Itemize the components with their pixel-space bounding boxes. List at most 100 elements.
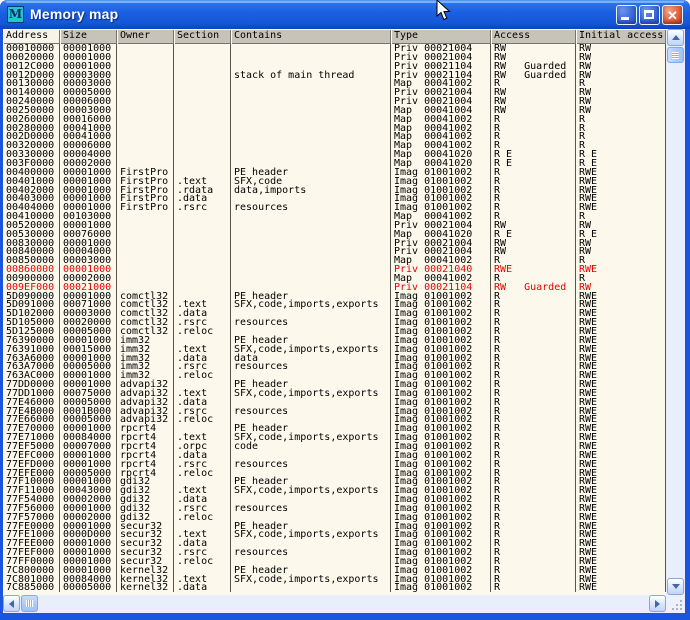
cell-owner <box>117 221 174 230</box>
cell-owner <box>117 97 174 106</box>
app-icon: M <box>7 6 24 23</box>
cell-contains: resources <box>231 362 391 371</box>
cell-access: R <box>491 203 576 212</box>
column-header-owner[interactable]: Owner <box>117 29 174 44</box>
column-header-type[interactable]: Type <box>391 29 491 44</box>
column-header-access[interactable]: Access <box>491 29 576 44</box>
column-header-initial[interactable]: Initial access <box>576 29 666 44</box>
cell-access: R <box>491 495 576 504</box>
cell-contains: SFX,code,imports,exports <box>231 530 391 539</box>
cell-access: R <box>491 336 576 345</box>
cell-owner <box>117 71 174 80</box>
cell-contains: SFX,code,imports,exports <box>231 575 391 584</box>
cell-initial: RW <box>576 71 666 80</box>
cell-access: R <box>491 345 576 354</box>
cell-contains: data,imports <box>231 186 391 195</box>
cell-initial: RWE <box>576 583 666 592</box>
minimize-icon <box>621 17 629 20</box>
arrow-up-icon <box>672 35 680 40</box>
scroll-down-button[interactable] <box>667 578 684 595</box>
cell-type: Imag 01001002 <box>391 583 491 592</box>
cell-contains <box>231 124 391 133</box>
thumb-grip-icon <box>672 52 679 59</box>
cell-contains <box>231 230 391 239</box>
cell-contains: resources <box>231 504 391 513</box>
cell-contains <box>231 583 391 592</box>
cell-initial: RW <box>576 106 666 115</box>
cell-contains <box>231 265 391 274</box>
cell-section: .reloc <box>174 415 231 424</box>
cell-section <box>174 71 231 80</box>
cell-section <box>174 106 231 115</box>
cell-owner <box>117 256 174 265</box>
cell-access: R <box>491 433 576 442</box>
table-body: 0001000000001000Priv 00021004RWRW0002000… <box>3 44 666 595</box>
vertical-scroll-thumb[interactable] <box>667 47 684 63</box>
cell-section <box>174 247 231 256</box>
vertical-scrollbar[interactable] <box>666 29 685 595</box>
column-header-size[interactable]: Size <box>60 29 117 44</box>
minimize-button[interactable] <box>616 5 637 25</box>
cell-contains <box>231 239 391 248</box>
cell-section <box>174 159 231 168</box>
cell-contains <box>231 256 391 265</box>
title-bar[interactable]: M Memory map ✕ <box>0 0 690 29</box>
cell-access: R <box>491 327 576 336</box>
cell-contains <box>231 53 391 62</box>
cell-section <box>174 221 231 230</box>
scroll-right-button[interactable] <box>649 595 666 612</box>
cell-owner <box>117 274 174 283</box>
cell-access: R <box>491 389 576 398</box>
cell-section <box>174 256 231 265</box>
scroll-left-button[interactable] <box>3 595 20 612</box>
cell-section <box>174 212 231 221</box>
cell-section <box>174 115 231 124</box>
cell-access: R <box>491 132 576 141</box>
maximize-icon <box>644 10 654 19</box>
cell-section <box>174 62 231 71</box>
close-button[interactable]: ✕ <box>662 5 683 25</box>
column-header-contains[interactable]: Contains <box>231 29 391 44</box>
memory-map-window: M Memory map ✕ AddressSizeOwnerSectionCo… <box>0 0 690 620</box>
cell-owner <box>117 53 174 62</box>
cell-access: R <box>491 539 576 548</box>
cell-section: .reloc <box>174 371 231 380</box>
cell-contains <box>231 97 391 106</box>
cell-section: .data <box>174 583 231 592</box>
cell-owner <box>117 124 174 133</box>
cell-owner <box>117 115 174 124</box>
cell-access: RW Guarded <box>491 283 576 292</box>
cell-access: R <box>491 513 576 522</box>
horizontal-scroll-thumb[interactable] <box>21 595 38 612</box>
table-row[interactable]: 7C88500000005000kernel32.dataImag 010010… <box>3 583 666 592</box>
cell-section <box>174 53 231 62</box>
cell-contains: SFX,code,imports,exports <box>231 486 391 495</box>
cell-owner: kernel32 <box>117 583 174 592</box>
cell-contains <box>231 88 391 97</box>
cell-owner: FirstPro <box>117 203 174 212</box>
cell-section <box>174 132 231 141</box>
cell-owner <box>117 150 174 159</box>
column-header-address[interactable]: Address <box>3 29 60 44</box>
resize-grip[interactable] <box>666 595 685 613</box>
cell-contains <box>231 150 391 159</box>
cell-contains <box>231 212 391 221</box>
close-icon: ✕ <box>663 7 682 25</box>
resize-grip-icon <box>680 608 682 610</box>
cell-initial: R <box>576 124 666 133</box>
cell-owner <box>117 212 174 221</box>
maximize-button[interactable] <box>639 5 660 25</box>
cell-owner <box>117 62 174 71</box>
scroll-up-button[interactable] <box>667 29 684 46</box>
cell-access: RW Guarded <box>491 71 576 80</box>
cell-access: R <box>491 557 576 566</box>
column-header-section[interactable]: Section <box>174 29 231 44</box>
cell-owner <box>117 239 174 248</box>
cell-owner <box>117 247 174 256</box>
cell-access: RW <box>491 247 576 256</box>
cell-access: R <box>491 124 576 133</box>
cell-access: R <box>491 486 576 495</box>
horizontal-scrollbar[interactable] <box>3 595 666 613</box>
cell-contains <box>231 106 391 115</box>
cell-initial: R <box>576 132 666 141</box>
